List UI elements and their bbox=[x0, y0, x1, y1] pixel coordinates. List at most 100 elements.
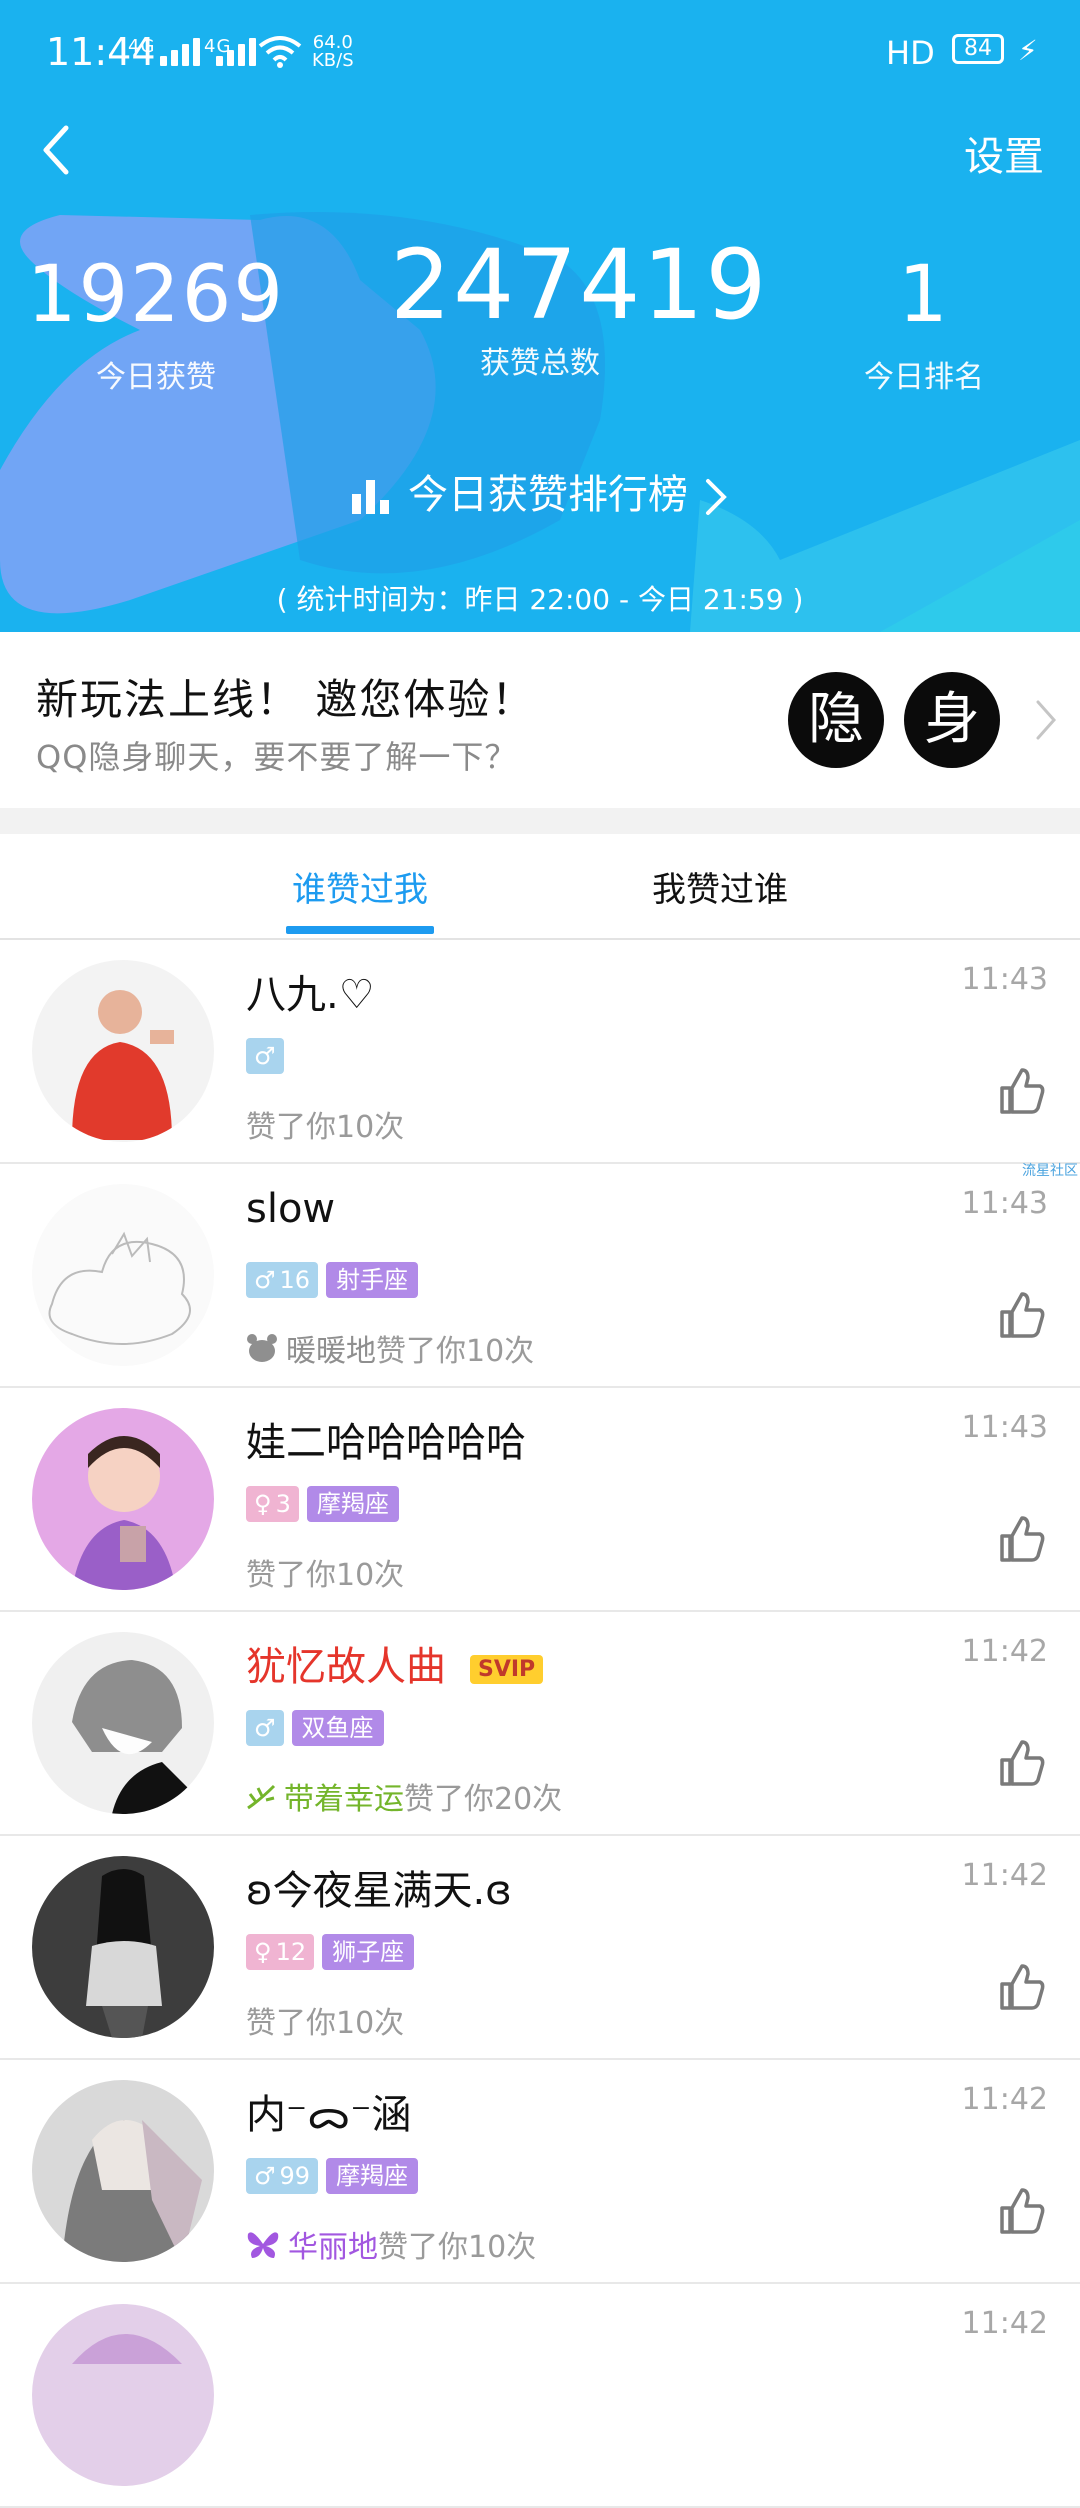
tab-bar: 谁赞过我 我赞过谁 bbox=[0, 834, 1080, 940]
like-count-text: 赞了你10次 bbox=[376, 1334, 535, 1369]
avatar[interactable] bbox=[32, 1632, 214, 1814]
wifi-icon bbox=[258, 36, 302, 68]
like-description: 暖暖地 赞了你10次 bbox=[246, 1326, 534, 1370]
like-description: 赞了你10次 bbox=[246, 1102, 404, 1146]
like-time: 11:42 bbox=[961, 1858, 1048, 1893]
period-text: ( 统计时间为：昨日 22:00 - 今日 21:59 ) bbox=[276, 583, 804, 616]
like-count-text: 赞了你20次 bbox=[404, 1782, 563, 1817]
gender-age-tag: ♂ 99 bbox=[246, 2158, 319, 2194]
gender-tag: ♂ bbox=[246, 1710, 284, 1746]
age: 16 bbox=[279, 1266, 311, 1294]
like-time: 11:43 bbox=[961, 962, 1048, 997]
like-count-text: 赞了你10次 bbox=[246, 1558, 405, 1593]
gender-age-tag: ♂ 16 bbox=[246, 1262, 319, 1298]
gender-age-tag: ♀ 3 bbox=[246, 1486, 299, 1522]
user-name: ʚ今夜星满天.ɞ bbox=[246, 1868, 512, 1914]
like-style-text: 华丽地 bbox=[288, 2230, 378, 2265]
user-tags: ♂ 双鱼座 bbox=[246, 1710, 384, 1746]
age: 3 bbox=[275, 1490, 291, 1518]
constellation-tag: 双鱼座 bbox=[291, 1710, 384, 1746]
avatar[interactable] bbox=[32, 2080, 214, 2262]
constellation-tag: 摩羯座 bbox=[326, 2158, 419, 2194]
like-count-text: 赞了你10次 bbox=[246, 1110, 405, 1145]
tab-who-i-liked[interactable]: 我赞过谁 bbox=[620, 862, 820, 911]
thumbs-up-icon[interactable] bbox=[998, 1514, 1046, 1564]
avatar[interactable] bbox=[32, 1408, 214, 1590]
avatar[interactable] bbox=[32, 960, 214, 1142]
user-name: 犹忆故人曲 SVIP bbox=[246, 1634, 544, 1692]
like-time: 11:43 bbox=[961, 1410, 1048, 1445]
back-button[interactable] bbox=[36, 120, 76, 180]
user-name-text: 犹忆故人曲 bbox=[246, 1644, 446, 1690]
tab-who-liked-me[interactable]: 谁赞过我 bbox=[260, 862, 460, 911]
list-item[interactable]: ʚ今夜星满天.ɞ ♀ 12 狮子座 赞了你10次 11:42 bbox=[0, 1836, 1080, 2060]
constellation-tag: 摩羯座 bbox=[306, 1486, 399, 1522]
stat-value: 19269 bbox=[26, 250, 286, 340]
like-count-text: 赞了你10次 bbox=[378, 2230, 537, 2265]
stat-label: 获赞总数 bbox=[480, 346, 600, 381]
watermark: 流星社区 bbox=[1022, 1163, 1078, 1179]
stat-today-rank: 1 今日排名 bbox=[774, 250, 1074, 396]
gender-symbol: ♀ bbox=[254, 1938, 272, 1966]
thumbs-up-icon[interactable] bbox=[998, 1962, 1046, 2012]
rank-link-label: 今日获赞排行榜 bbox=[408, 472, 688, 518]
constellation-tag: 射手座 bbox=[326, 1262, 419, 1298]
header: 11:44 4G 4G 64.0 KB/S HD 84 ⚡ 设置 19269 今… bbox=[0, 0, 1080, 632]
like-time: 11:42 bbox=[961, 2306, 1048, 2341]
gender-tag: ♂ bbox=[246, 1038, 284, 1074]
signal-icon-2 bbox=[216, 36, 256, 66]
like-description: 赞了你10次 bbox=[246, 1550, 404, 1594]
stat-today-likes: 19269 今日获赞 bbox=[6, 250, 306, 396]
svip-badge: SVIP bbox=[470, 1654, 544, 1684]
bar-chart-icon bbox=[352, 480, 389, 514]
like-description: 华丽地 赞了你10次 bbox=[246, 2222, 536, 2266]
promo-title: 新玩法上线！ 邀您体验！ bbox=[36, 675, 536, 724]
invisible-badge-1: 隐 bbox=[788, 672, 884, 768]
gender-symbol: ♂ bbox=[254, 1714, 276, 1742]
thumbs-up-icon[interactable] bbox=[998, 2186, 1046, 2236]
stat-total-likes: 247419 获赞总数 bbox=[390, 237, 766, 382]
like-count-text: 赞了你10次 bbox=[246, 2006, 405, 2041]
stat-label: 今日排名 bbox=[864, 360, 984, 395]
settings-button[interactable]: 设置 bbox=[964, 124, 1044, 182]
gender-symbol: ♀ bbox=[254, 1490, 272, 1518]
promo-card[interactable]: 新玩法上线！ 邀您体验！ QQ隐身聊天，要不要了解一下？ 隐 身 bbox=[0, 632, 1080, 808]
like-time: 11:42 bbox=[961, 1634, 1048, 1669]
butterfly-icon bbox=[247, 2232, 279, 2258]
avatar[interactable] bbox=[32, 1184, 214, 1366]
gender-symbol: ♂ bbox=[254, 1266, 276, 1294]
bear-icon bbox=[247, 1334, 277, 1362]
list-item[interactable]: 娃二哈哈哈哈哈 ♀ 3 摩羯座 赞了你10次 11:43 bbox=[0, 1388, 1080, 1612]
gender-symbol: ♂ bbox=[254, 1042, 276, 1070]
stat-value: 1 bbox=[898, 250, 950, 340]
charging-icon: ⚡ bbox=[1018, 34, 1038, 67]
list-item[interactable]: slow ♂ 16 射手座 暖暖地 赞了你10次 11:43 bbox=[0, 1164, 1080, 1388]
thumbs-up-icon[interactable] bbox=[998, 1290, 1046, 1340]
chevron-right-icon bbox=[1036, 700, 1057, 740]
stat-label: 今日获赞 bbox=[96, 360, 216, 395]
thumbs-up-icon[interactable] bbox=[998, 1066, 1046, 1116]
user-name: 内⁻ᯅ⁻涵 bbox=[246, 2092, 412, 2138]
list-item[interactable]: 八九.♡ ♂ 赞了你10次 11:43 bbox=[0, 940, 1080, 1164]
avatar[interactable] bbox=[32, 2304, 214, 2486]
thumbs-up-icon[interactable] bbox=[998, 1738, 1046, 1788]
list-item[interactable]: 内⁻ᯅ⁻涵 ♂ 99 摩羯座 华丽地 赞了你10次 11:42 bbox=[0, 2060, 1080, 2284]
hd-indicator: HD bbox=[886, 34, 935, 72]
rank-list-link[interactable]: 今日获赞排行榜 bbox=[0, 462, 1080, 520]
age: 12 bbox=[275, 1938, 307, 1966]
user-name: slow bbox=[246, 1186, 336, 1232]
like-style-text: 暖暖地 bbox=[286, 1334, 376, 1369]
list-item[interactable]: 11:42 bbox=[0, 2284, 1080, 2508]
signal-icon bbox=[160, 36, 200, 66]
network-speed-unit: KB/S bbox=[312, 50, 354, 71]
active-tab-indicator bbox=[286, 926, 434, 934]
avatar[interactable] bbox=[32, 1856, 214, 2038]
clover-icon bbox=[247, 1784, 276, 1810]
user-tags: ♂ bbox=[246, 1038, 284, 1074]
list-item[interactable]: 犹忆故人曲 SVIP ♂ 双鱼座 带着幸运 赞了你20次 11:42 bbox=[0, 1612, 1080, 1836]
like-style-text: 带着幸运 bbox=[284, 1782, 404, 1817]
constellation-tag: 狮子座 bbox=[322, 1934, 415, 1970]
user-tags: ♀ 12 狮子座 bbox=[246, 1934, 415, 1970]
user-tags: ♂ 16 射手座 bbox=[246, 1262, 419, 1298]
user-name: 八九.♡ bbox=[246, 972, 375, 1018]
